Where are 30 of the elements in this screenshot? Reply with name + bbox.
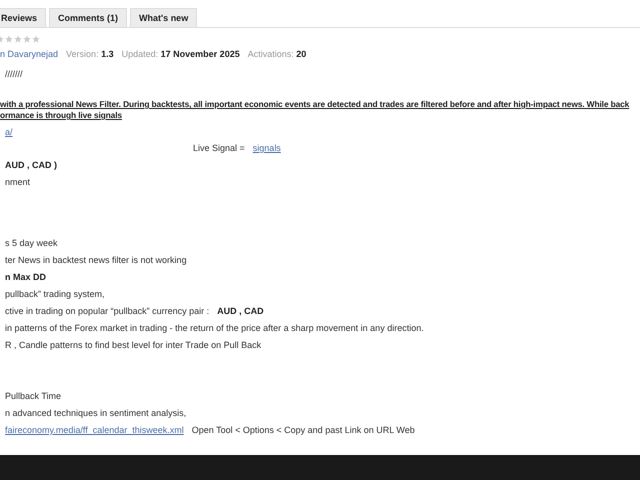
description-text: AUD , CAD ) bbox=[5, 160, 57, 171]
text-link[interactable]: ormance is through live signals bbox=[0, 110, 122, 121]
field-label: Version: bbox=[66, 49, 99, 59]
tab[interactable]: Reviews bbox=[0, 8, 46, 27]
description-text: Open Tool < Options < Copy and past Link on URL Web bbox=[192, 425, 415, 436]
description-text: pullback” trading system, bbox=[5, 289, 105, 300]
description-text: R , Candle patterns to find best level for inter Trade on Pull Back bbox=[5, 340, 262, 351]
description-text: Pullback Time bbox=[5, 391, 62, 402]
tab[interactable]: Comments (1) bbox=[49, 8, 128, 27]
description-text: s 5 day week bbox=[5, 238, 58, 249]
text-link[interactable]: signals bbox=[252, 143, 281, 154]
description-text: n Max DD bbox=[5, 272, 46, 283]
description-text: AUD , CAD bbox=[217, 306, 264, 317]
field-value: 20 bbox=[296, 49, 306, 59]
description-text: ter News in backtest news filter is not working bbox=[5, 255, 187, 266]
field-value: 17 November 2025 bbox=[160, 49, 240, 59]
description-text: in patterns of the Forex market in trading - the return of the price after a sharp movement in any direction. bbox=[5, 323, 424, 334]
description-text: nment bbox=[5, 177, 30, 188]
text-link[interactable]: a/ bbox=[5, 127, 13, 138]
text-link[interactable]: with a professional News Filter. During backtests, all important economic events are detected and trades are filtered before and after high-impact news. While back bbox=[0, 99, 630, 110]
field-label: Activations: bbox=[248, 49, 294, 59]
description-text: ctive in trading on popular “pullback” currency pair : bbox=[5, 306, 210, 317]
tab[interactable]: What's new bbox=[130, 8, 198, 27]
text-link[interactable]: faireconomy.media/ff_calendar_thisweek.xml bbox=[5, 425, 184, 436]
description-text: /////// bbox=[5, 69, 23, 80]
description-text: Live Signal = bbox=[193, 143, 245, 154]
author-link[interactable]: n Davarynejad bbox=[0, 49, 58, 59]
field-label: Updated: bbox=[122, 49, 158, 59]
field-value: 1.3 bbox=[101, 49, 114, 59]
description-text: n advanced techniques in sentiment analysis, bbox=[5, 408, 186, 419]
